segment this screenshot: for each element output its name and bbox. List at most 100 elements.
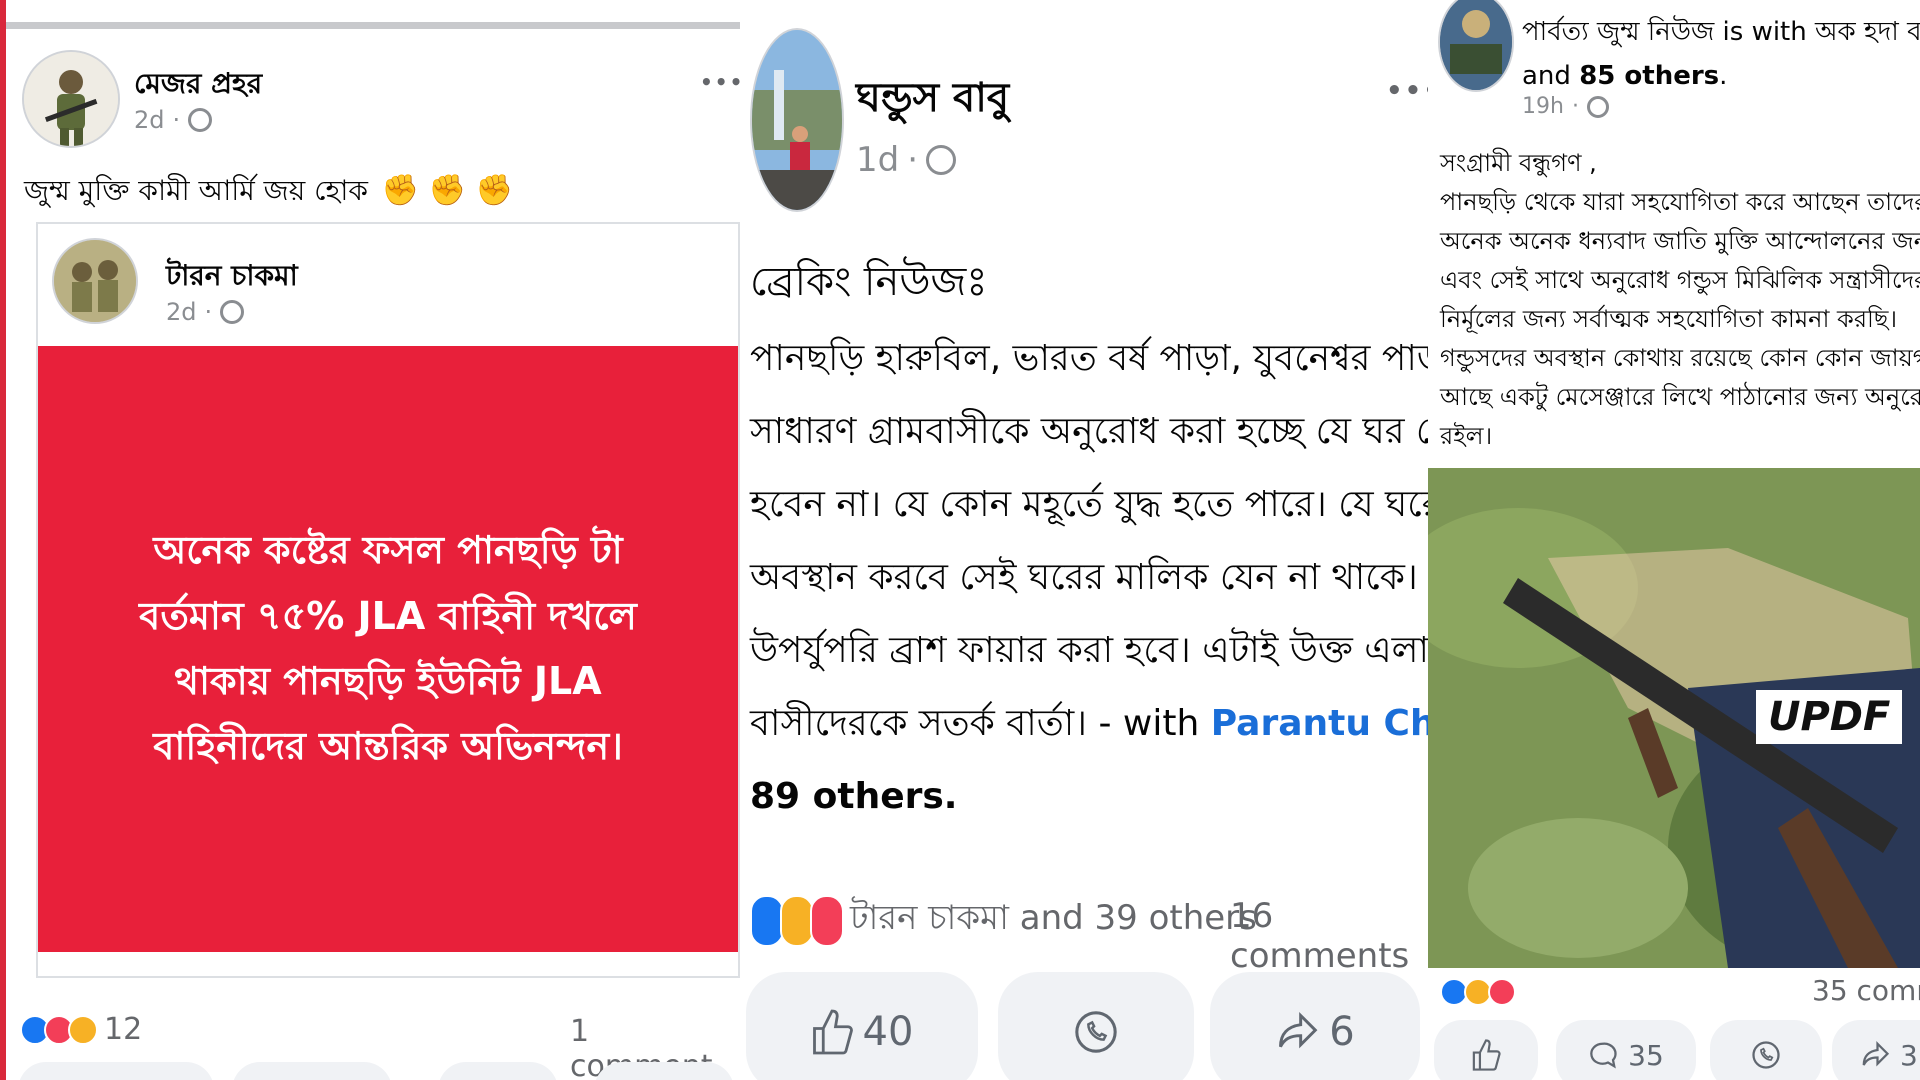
more-options-button[interactable]: •••	[1386, 76, 1428, 106]
body-line: পানছড়ি থেকে যারা সহযোগিতা করে আছেন তাদে…	[1440, 188, 1920, 216]
post-time[interactable]: 1d	[856, 140, 899, 180]
body-line-prefix: বাসীদেরকে সতর্ক বার্তা। - with	[750, 703, 1211, 744]
shared-post-card[interactable]: টারন চাকমা 2d · অনেক কষ্টের ফসল পানছড়ি …	[36, 222, 740, 978]
share-count: 6	[1329, 1009, 1355, 1055]
share-button[interactable]: 6	[1210, 972, 1420, 1080]
body-line: পানছড়ি হারুবিল, ভারত বর্ষ পাড়া, যুবনেশ…	[750, 338, 1428, 379]
body-line-last: বাসীদেরকে সতর্ক বার্তা। - with Parantu C…	[750, 687, 1428, 760]
page-avatar-icon	[1440, 0, 1512, 90]
card-line: অনেক কষ্টের ফসল পানছড়ি টা	[153, 528, 623, 573]
globe-icon	[1586, 95, 1609, 118]
post-image[interactable]: UPDF	[1428, 468, 1920, 968]
post-header: পার্বত্য জুম্ম নিউজ is with অক হদা বারা …	[1522, 10, 1920, 98]
meta-separator: ·	[1571, 94, 1579, 119]
globe-icon	[188, 108, 213, 132]
care-reaction-icon	[68, 1014, 98, 1045]
whatsapp-button[interactable]	[998, 972, 1194, 1080]
post-body: সংগ্রামী বন্ধুগণ , পানছড়ি থেকে যারা সহয…	[1440, 144, 1920, 456]
reaction-text: টারন চাকমা and 39 others	[850, 898, 1257, 938]
card-line: থাকায় পানছড়ি ইউনিট JLA	[174, 659, 602, 703]
avatar[interactable]	[1438, 0, 1514, 92]
reaction-count: 12	[104, 1012, 143, 1047]
post-body: পানছড়ি হারুবিল, ভারত বর্ষ পাড়া, যুবনেশ…	[750, 322, 1428, 833]
comment-icon	[1590, 1042, 1617, 1069]
globe-icon	[220, 300, 245, 324]
post-text: জুম্ম মুক্তি কামী আর্মি জয় হোক ✊ ✊ ✊	[24, 168, 513, 213]
author-name[interactable]: মেজর প্রহর	[134, 62, 262, 109]
post-panel-1: মেজর প্রহর 2d · ••• জুম্ম মুক্তি কামী আর…	[6, 0, 740, 1080]
post-headline: ব্রেকিং নিউজঃ	[750, 259, 988, 305]
body-line: সাধারণ গ্রামবাসীকে অনুরোধ করা হচ্ছে যে ঘ…	[750, 411, 1428, 452]
post-time[interactable]: 2d	[134, 106, 165, 134]
like-button[interactable]	[18, 1062, 214, 1080]
shared-post-time[interactable]: 2d	[166, 298, 197, 326]
post-meta: 19h ·	[1522, 94, 1609, 119]
thumbs-up-icon	[812, 1009, 853, 1055]
comment-count-button: 35	[1628, 1038, 1664, 1072]
shared-author-name[interactable]: টারন চাকমা	[166, 254, 298, 301]
body-line: গন্ডুসদের অবস্থান কোথায় রয়েছে কোন কোন …	[1440, 344, 1920, 372]
tagged-others[interactable]: 89 others.	[750, 760, 1426, 833]
meta-separator: ·	[172, 106, 181, 134]
with-user[interactable]: অক হদা বারা মু	[1815, 17, 1920, 47]
whatsapp-button[interactable]	[1710, 1020, 1822, 1080]
comment-count[interactable]: 35 comme	[1812, 974, 1920, 1007]
haha-reaction-icon	[780, 894, 814, 947]
like-count: 40	[862, 1009, 914, 1055]
more-options-button[interactable]: •••	[700, 70, 740, 94]
post-time[interactable]: 19h	[1522, 94, 1564, 119]
body-line: অবস্থান করবে সেই ঘরের মালিক যেন না থাকে।…	[750, 557, 1428, 598]
body-line: উপর্যুপরি ব্রাশ ফায়ার করা হবে। এটাই উক্…	[750, 630, 1428, 671]
reaction-summary[interactable]: 12	[20, 1012, 142, 1047]
avatar[interactable]	[22, 50, 120, 148]
reaction-summary[interactable]	[1440, 978, 1516, 1006]
and-text: and	[1522, 61, 1580, 91]
like-reaction-icon	[750, 894, 784, 947]
post-meta: 1d ·	[856, 140, 957, 180]
whatsapp-icon	[1752, 1041, 1780, 1069]
meta-separator: ·	[204, 298, 213, 326]
page-name[interactable]: পার্বত্য জুম্ম নিউজ is with	[1522, 17, 1815, 47]
others-link[interactable]: 85 others	[1579, 61, 1719, 91]
post-panel-2: ঘন্ডুস বাবু 1d · ••• ব্রেকিং নিউজঃ পানছড…	[740, 0, 1428, 1080]
period: .	[1719, 61, 1728, 91]
body-line: হবেন না। যে কোন মহূর্তে যুদ্ধ হতে পারে। …	[750, 484, 1428, 525]
red-text-card: অনেক কষ্টের ফসল পানছড়ি টা বর্তমান ৭৫% J…	[38, 346, 738, 952]
group-avatar-icon	[54, 240, 136, 322]
profile-photo-icon	[752, 30, 842, 210]
tagged-user-link[interactable]: Parantu Chakma	[1211, 703, 1428, 744]
meta-separator: ·	[907, 140, 919, 180]
card-line: বাহিনীদের আন্তরিক অভিনন্দন।	[153, 724, 623, 769]
love-reaction-icon	[1488, 978, 1516, 1006]
thumbs-up-icon	[1472, 1039, 1501, 1071]
body-line: নির্মূলের জন্য সর্বাত্মক সহযোগিতা কামনা …	[1440, 305, 1898, 333]
body-line: সংগ্রামী বন্ধুগণ ,	[1440, 149, 1597, 177]
share-button[interactable]	[594, 1062, 734, 1080]
card-line: বর্তমান ৭৫% JLA বাহিনী দখলে	[139, 593, 637, 638]
body-line: অনেক অনেক ধন্যবাদ জাতি মুক্তি আন্দোলনের …	[1440, 227, 1920, 255]
comment-button[interactable]: 35	[1556, 1020, 1696, 1080]
author-name[interactable]: ঘন্ডুস বাবু	[856, 66, 1009, 133]
like-button[interactable]	[1434, 1020, 1538, 1080]
share-button[interactable]: 3	[1832, 1020, 1920, 1080]
avatar[interactable]	[52, 238, 138, 324]
post-text-content: জুম্ম মুক্তি কামী আর্মি জয় হোক	[24, 173, 368, 207]
share-count: 3	[1900, 1038, 1918, 1072]
body-line: এবং সেই সাথে অনুরোধ গন্ডুস মিঝিলিক সন্ত্…	[1440, 266, 1920, 294]
whatsapp-icon	[1075, 1011, 1117, 1053]
share-icon	[1279, 1011, 1318, 1049]
whatsapp-button[interactable]	[438, 1062, 558, 1080]
post-panel-3: পার্বত্য জুম্ম নিউজ is with অক হদা বারা …	[1428, 0, 1920, 1080]
comment-count[interactable]: 16 comments	[1230, 896, 1428, 976]
share-icon	[1862, 1041, 1890, 1067]
globe-icon	[926, 145, 957, 175]
soldier-avatar-icon	[24, 52, 118, 146]
avatar[interactable]	[750, 28, 844, 212]
body-line: রইল।	[1440, 422, 1493, 450]
updf-watermark-label: UPDF	[1756, 690, 1903, 744]
body-line: আছে একটু মেসেঞ্জারে লিখে পাঠানোর জন্য অন…	[1440, 383, 1920, 411]
comment-button[interactable]	[232, 1062, 392, 1080]
reaction-summary[interactable]: টারন চাকমা and 39 others	[750, 892, 1257, 949]
post-meta: 2d ·	[134, 106, 213, 134]
like-button[interactable]: 40	[746, 972, 978, 1080]
